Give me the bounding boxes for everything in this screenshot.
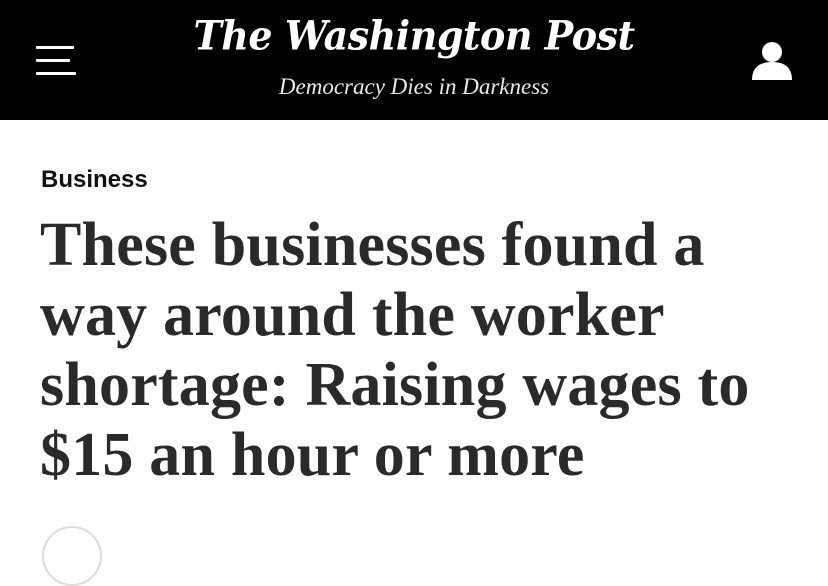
user-icon[interactable] [750,40,794,82]
site-header: The Washington Post Democracy Dies in Da… [0,0,828,120]
user-silhouette-icon [752,42,792,80]
site-logo[interactable]: The Washington Post [0,9,828,64]
article-headline: These businesses found a way around the … [40,211,750,489]
site-tagline: Democracy Dies in Darkness [278,74,550,99]
author-avatar[interactable] [42,526,102,586]
section-label[interactable]: Business [41,164,148,196]
